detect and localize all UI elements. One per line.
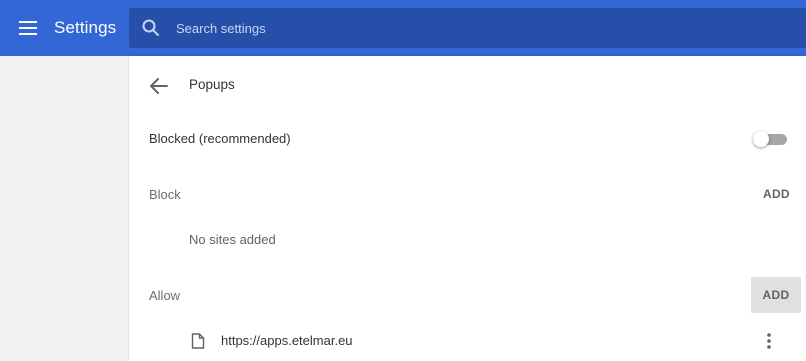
allowed-site-url: https://apps.etelmar.eu xyxy=(221,333,353,348)
allow-section-label: Allow xyxy=(149,288,181,303)
app-title: Settings xyxy=(54,18,117,37)
page-title: Popups xyxy=(189,77,235,92)
hamburger-menu-icon xyxy=(19,21,37,35)
toggle-knob xyxy=(753,131,769,147)
search-icon xyxy=(142,19,159,36)
popups-settings-card: Popups Blocked (recommended) Block ADD N… xyxy=(129,56,806,361)
blocked-toggle[interactable] xyxy=(753,131,787,147)
allow-add-button[interactable]: ADD xyxy=(751,277,801,313)
search-input[interactable] xyxy=(174,8,774,48)
arrow-back-icon xyxy=(150,78,168,94)
search-box[interactable] xyxy=(129,8,806,48)
file-icon xyxy=(191,333,205,349)
main-menu-button[interactable] xyxy=(16,16,40,40)
block-section-label: Block xyxy=(149,187,181,202)
top-app-bar: Settings xyxy=(0,0,806,56)
block-add-button[interactable]: ADD xyxy=(751,176,802,212)
allowed-site-row: https://apps.etelmar.eu xyxy=(129,324,806,358)
blocked-setting-label: Blocked (recommended) xyxy=(149,131,291,146)
site-more-actions-button[interactable] xyxy=(757,329,781,353)
more-vert-icon xyxy=(767,333,771,349)
block-empty-message: No sites added xyxy=(189,232,276,247)
back-button[interactable] xyxy=(147,74,171,98)
